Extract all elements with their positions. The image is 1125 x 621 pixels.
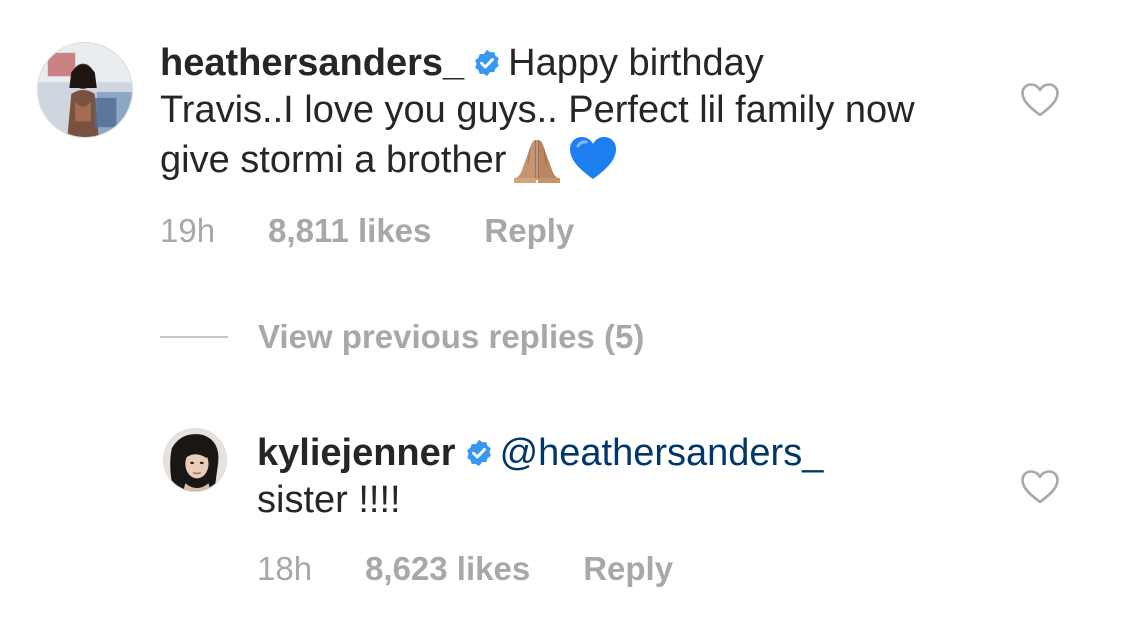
replies-divider-line xyxy=(160,336,228,338)
comment-username[interactable]: heathersanders_ xyxy=(160,42,464,84)
avatar[interactable] xyxy=(37,42,133,138)
avatar-image xyxy=(38,43,132,137)
view-previous-replies[interactable]: View previous replies (5) xyxy=(160,318,644,356)
comment-time: 19h xyxy=(160,212,216,249)
reply-likes[interactable]: 8,623 likes xyxy=(365,550,530,588)
reply-mention-link[interactable]: @heathersanders_ xyxy=(500,432,824,474)
reply-reply-button[interactable]: Reply xyxy=(583,550,673,588)
view-previous-replies-label[interactable]: View previous replies (5) xyxy=(258,318,644,356)
reply-meta: 18h 8,623 likes Reply xyxy=(257,550,673,588)
reply-username[interactable]: kyliejenner xyxy=(257,432,456,474)
like-heart-icon[interactable] xyxy=(1020,82,1060,118)
like-heart-icon[interactable] xyxy=(1020,469,1060,505)
folded-hands-emoji-icon xyxy=(512,134,562,184)
reply-text: sister !!!! xyxy=(257,479,401,521)
reply-button[interactable]: Reply xyxy=(484,212,574,250)
comment-likes[interactable]: 8,811 likes xyxy=(268,212,431,250)
verified-badge-icon xyxy=(472,48,502,78)
comment-meta: 19h 8,811 likes Reply xyxy=(160,212,574,250)
reply-body: kyliejenner @heathersanders_ sister !!!! xyxy=(257,430,957,524)
reply-time: 18h xyxy=(257,550,313,587)
blue-heart-emoji-icon xyxy=(568,134,618,184)
comment-text-line1: Happy birthday xyxy=(508,42,764,84)
reply-avatar-image xyxy=(164,429,226,491)
verified-badge-icon xyxy=(464,438,494,468)
reply-avatar[interactable] xyxy=(163,428,227,492)
comment-body: heathersanders_ Happy birthday Travis..I … xyxy=(160,40,960,184)
